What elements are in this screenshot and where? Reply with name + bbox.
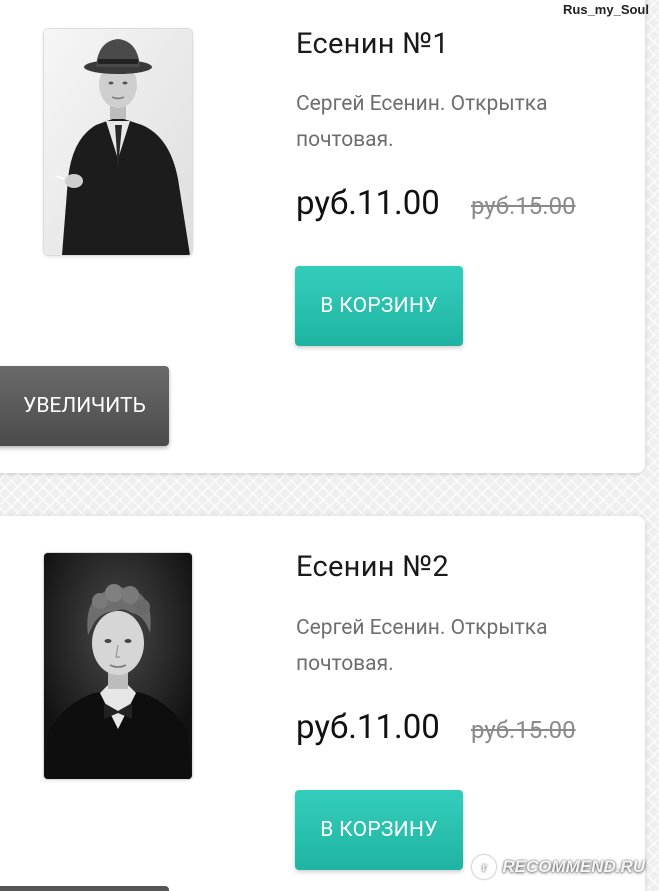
product-price: руб.11.00 [296,184,440,223]
product-old-price: руб.15.00 [471,192,576,220]
product-photo[interactable] [44,29,192,255]
yesenin-hat-portrait [44,29,192,255]
product-old-price: руб.15.00 [471,716,576,744]
product-title[interactable]: Есенин №1 [296,27,449,61]
yesenin-portrait [44,553,192,779]
product-title[interactable]: Есенин №2 [296,550,449,584]
recommend-text: RECOMMEND.RU [502,857,645,876]
product-description: Сергей Есенин. Открытка почтовая. [296,616,548,676]
product-photo[interactable] [44,553,192,779]
username-watermark: Rus_my_Soul [563,2,649,17]
product-description: Сергей Есенин. Открытка почтовая. [296,92,548,152]
add-to-cart-button[interactable]: В КОРЗИНУ [295,790,463,870]
product-price: руб.11.00 [296,708,440,747]
add-to-cart-button[interactable]: В КОРЗИНУ [295,266,463,346]
recommend-watermark: r RECOMMEND.RU [472,855,645,879]
r-logo-icon: r [472,855,497,879]
zoom-button-partial[interactable] [0,886,169,891]
zoom-button[interactable]: УВЕЛИЧИТЬ [0,366,169,446]
